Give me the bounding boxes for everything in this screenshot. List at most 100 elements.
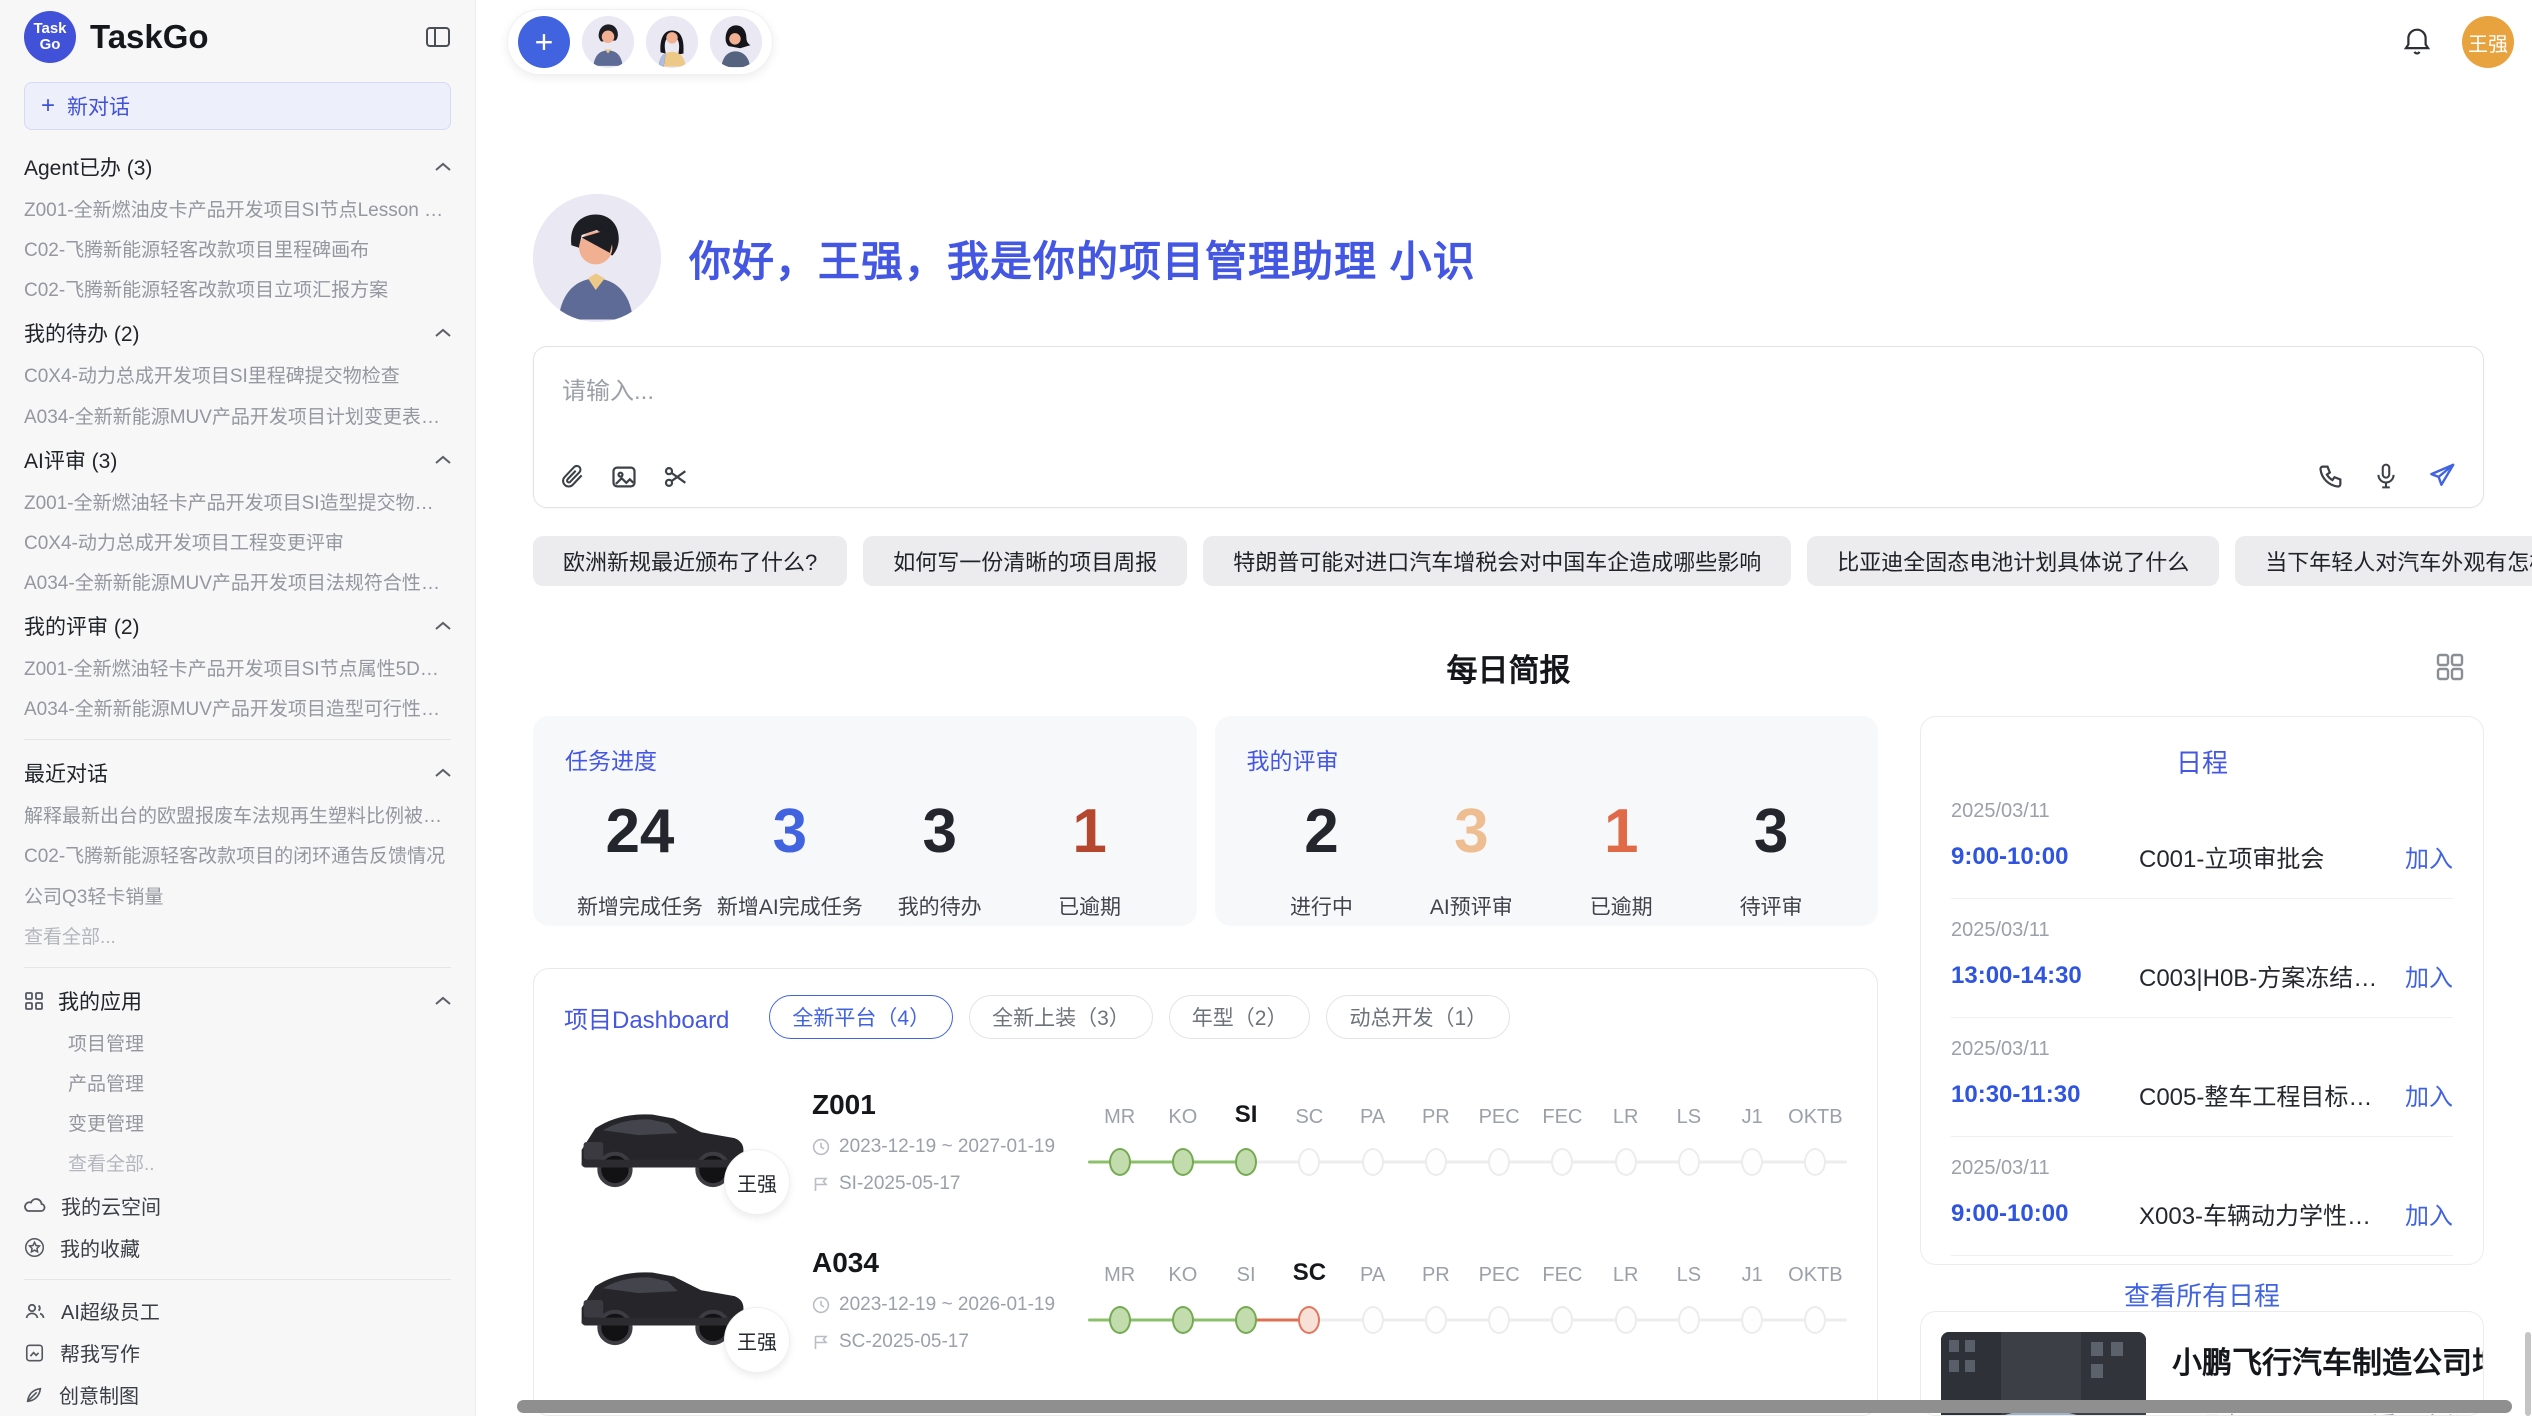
agent-avatar-bar: + <box>507 9 773 75</box>
view-all-chats[interactable]: 查看全部... <box>24 917 451 957</box>
list-item[interactable]: 解释最新出台的欧盟报废车法规再生塑料比例被调至15%... <box>24 796 451 836</box>
divider <box>24 739 451 740</box>
phone-icon[interactable] <box>2317 462 2345 490</box>
chevron-up-icon[interactable] <box>435 328 451 338</box>
suggestion-chip[interactable]: 欧洲新规最近颁布了什么? <box>533 536 847 586</box>
daily-briefing-title: 每日简报 <box>1447 645 1571 690</box>
user-avatar[interactable]: 王强 <box>2462 16 2514 68</box>
section-agent-done[interactable]: Agent已办 (3) <box>24 144 451 190</box>
view-all-apps[interactable]: 查看全部.. <box>24 1144 451 1184</box>
suggestion-chip[interactable]: 比亚迪全固态电池计划具体说了什么 <box>1807 536 2219 586</box>
list-item[interactable]: A034-全新新能源MUV产品开发项目造型可行性评审 <box>24 689 451 729</box>
attachment-icon[interactable] <box>560 463 586 491</box>
list-item[interactable]: C0X4-动力总成开发项目SI里程碑提交物检查 <box>24 356 451 396</box>
suggestion-chip[interactable]: 如何写一份清晰的项目周报 <box>863 536 1187 586</box>
section-recent-chats[interactable]: 最近对话 <box>24 750 451 796</box>
sidebar-item-project-mgmt[interactable]: 项目管理 <box>24 1024 451 1064</box>
people-icon <box>24 1301 46 1321</box>
list-item[interactable]: C02-飞腾新能源轻客改款项目的闭环通告反馈情况 <box>24 836 451 876</box>
join-link[interactable]: 加入 <box>2405 958 2453 993</box>
topbar-right: 王强 <box>2402 16 2514 68</box>
list-item[interactable]: Z001-全新燃油轻卡产品开发项目SI节点属性5D文件评审 <box>24 649 451 689</box>
list-item[interactable]: C02-飞腾新能源轻客改款项目立项汇报方案 <box>24 270 451 310</box>
stat: 3 我的待办 <box>865 788 1015 921</box>
vertical-scrollbar[interactable] <box>2525 1332 2531 1416</box>
section-my-review[interactable]: 我的评审 (2) <box>24 603 451 649</box>
main-area: + 王强 你好，王强，我是你的项目管理助理 小识 请输入... <box>476 0 2532 1416</box>
section-my-todo[interactable]: 我的待办 (2) <box>24 310 451 356</box>
chevron-up-icon[interactable] <box>435 996 451 1006</box>
microphone-icon[interactable] <box>2373 461 2399 491</box>
section-my-apps[interactable]: 我的应用 <box>24 978 451 1024</box>
suggestion-chip[interactable]: 特朗普可能对进口汽车增税会对中国车企造成哪些影响 <box>1203 536 1791 586</box>
logo-line1: Task <box>33 21 66 37</box>
image-icon[interactable] <box>610 463 638 491</box>
greeting-row: 你好，王强，我是你的项目管理助理 小识 <box>533 194 2484 322</box>
collapse-sidebar-icon[interactable] <box>425 25 451 49</box>
agent-avatar-3[interactable] <box>710 16 762 68</box>
add-agent-button[interactable]: + <box>518 16 570 68</box>
app-title: TaskGo <box>90 18 411 56</box>
sidebar-header: Task Go TaskGo <box>24 0 451 74</box>
list-item[interactable]: A034-全新新能源MUV产品开发项目计划变更表编写 <box>24 397 451 437</box>
logo-line2: Go <box>40 37 61 53</box>
new-chat-button[interactable]: + 新对话 <box>24 82 451 130</box>
filter-powertrain[interactable]: 动总开发（1） <box>1326 995 1510 1039</box>
layout-grid-icon[interactable] <box>2434 651 2466 683</box>
filter-new-platform[interactable]: 全新平台（4） <box>769 995 953 1039</box>
project-info: Z001 2023-12-19 ~ 2027-01-19 SI-2025-05-… <box>812 1089 1080 1195</box>
greeting-text: 你好，王强，我是你的项目管理助理 小识 <box>689 228 1476 289</box>
suggestion-chip[interactable]: 当下年轻人对汽车外观有怎样的喜好趋势 <box>2235 536 2532 586</box>
send-icon[interactable] <box>2427 461 2457 491</box>
project-row[interactable]: 王强 Z001 2023-12-19 ~ 2027-01-19 SI-2025-… <box>564 1087 1847 1197</box>
feather-pen-icon <box>24 1385 44 1405</box>
list-item[interactable]: Z001-全新燃油轻卡产品开发项目SI造型提交物评审 <box>24 483 451 523</box>
project-row[interactable]: 王强 A034 2023-12-19 ~ 2026-01-19 SC-2025-… <box>564 1245 1847 1355</box>
chat-input[interactable]: 请输入... <box>533 346 2484 508</box>
stat: 2 进行中 <box>1247 788 1397 921</box>
sidebar-item-help-me-write[interactable]: 帮我写作 <box>24 1332 451 1374</box>
horizontal-scrollbar[interactable] <box>517 1400 2512 1413</box>
filter-new-top[interactable]: 全新上装（3） <box>969 995 1153 1039</box>
milestone-dots <box>1088 1141 1847 1183</box>
section-ai-review[interactable]: AI评审 (3) <box>24 437 451 483</box>
list-item[interactable]: C02-飞腾新能源轻客改款项目里程碑画布 <box>24 230 451 270</box>
briefing-column: 任务进度 24 新增完成任务 3 新增AI完成任务 3 我的待办 <box>533 716 1878 1416</box>
agent-avatar-2[interactable] <box>646 16 698 68</box>
schedule-title: 日程 <box>1951 743 2453 780</box>
sidebar-item-ai-super-staff[interactable]: AI超级员工 <box>24 1290 451 1332</box>
right-column: 日程 2025/03/11 9:00-10:00 C001-立项审批会 加入 2… <box>1920 716 2484 1416</box>
notification-bell-icon[interactable] <box>2402 26 2432 58</box>
flag-icon <box>812 1333 830 1351</box>
task-progress-card: 任务进度 24 新增完成任务 3 新增AI完成任务 3 我的待办 <box>533 716 1197 926</box>
list-item[interactable]: A034-全新新能源MUV产品开发项目法规符合性评审 <box>24 563 451 603</box>
list-item[interactable]: C0X4-动力总成开发项目工程变更评审 <box>24 523 451 563</box>
filter-year-model[interactable]: 年型（2） <box>1169 995 1311 1039</box>
milestone-track: MR KO SI SC PA PR PEC FEC LR LS J1 OKTB <box>1088 1259 1847 1341</box>
agent-avatar-1[interactable] <box>582 16 634 68</box>
sidebar-item-cloud-space[interactable]: 我的云空间 <box>24 1185 451 1227</box>
scissors-icon[interactable] <box>662 463 690 491</box>
join-link[interactable]: 加入 <box>2405 839 2453 874</box>
clock-icon <box>812 1138 830 1156</box>
daily-briefing-header: 每日简报 <box>533 642 2484 692</box>
list-item[interactable]: Z001-全新燃油皮卡产品开发项目SI节点Lesson Learn报告 <box>24 190 451 230</box>
schedule-item: 2025/03/11 9:00-10:00 C001-立项审批会 加入 <box>1951 780 2453 899</box>
chevron-up-icon[interactable] <box>435 455 451 465</box>
star-icon <box>24 1237 45 1258</box>
sidebar-item-favorites[interactable]: 我的收藏 <box>24 1227 451 1269</box>
project-info: A034 2023-12-19 ~ 2026-01-19 SC-2025-05-… <box>812 1247 1080 1353</box>
project-code: Z001 <box>812 1089 1080 1121</box>
schedule-item: 2025/03/11 10:30-11:30 C005-整车工程目标评审 加入 <box>1951 1018 2453 1137</box>
chevron-up-icon[interactable] <box>435 621 451 631</box>
join-link[interactable]: 加入 <box>2405 1077 2453 1112</box>
chevron-up-icon[interactable] <box>435 162 451 172</box>
sidebar-item-creative-drawing[interactable]: 创意制图 <box>24 1374 451 1416</box>
list-item[interactable]: 公司Q3轻卡销量 <box>24 877 451 917</box>
chevron-up-icon[interactable] <box>435 768 451 778</box>
join-link[interactable]: 加入 <box>2405 1196 2453 1231</box>
project-flag: SC-2025-05-17 <box>839 1331 969 1353</box>
view-all-schedule-link[interactable]: 查看所有日程 <box>1951 1276 2453 1313</box>
sidebar-item-product-mgmt[interactable]: 产品管理 <box>24 1064 451 1104</box>
sidebar-item-change-mgmt[interactable]: 变更管理 <box>24 1104 451 1144</box>
